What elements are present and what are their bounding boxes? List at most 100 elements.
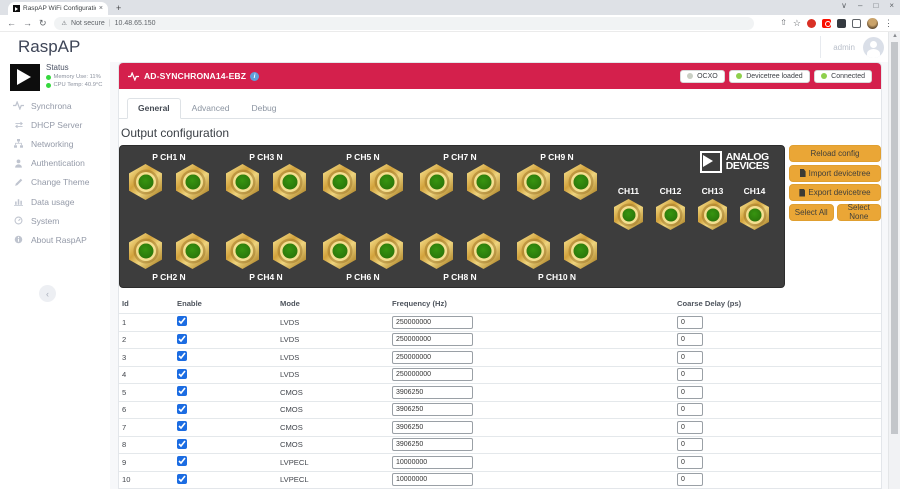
- coarse-delay-input[interactable]: [677, 386, 703, 399]
- channel-label: P CH7 N: [443, 152, 476, 163]
- sidebar-item-dhcp-server[interactable]: DHCP Server: [0, 115, 110, 134]
- sidebar-item-authentication[interactable]: Authentication: [0, 154, 110, 173]
- chart-icon: [13, 197, 24, 206]
- extension-adobe-icon[interactable]: [822, 19, 831, 28]
- sma-connector-icon: [370, 233, 403, 269]
- frequency-input[interactable]: [392, 351, 473, 364]
- user-menu[interactable]: admin: [820, 36, 884, 58]
- sidebar-item-change-theme[interactable]: Change Theme: [0, 173, 110, 192]
- channel-single-ch11: CH11: [614, 186, 643, 230]
- frequency-input[interactable]: [392, 473, 473, 486]
- share-icon[interactable]: ⇧: [780, 18, 787, 28]
- tab-advanced[interactable]: Advanced: [181, 98, 241, 119]
- extension-red-icon[interactable]: [807, 19, 816, 28]
- coarse-delay-input[interactable]: [677, 368, 703, 381]
- reload-icon[interactable]: ↻: [39, 18, 47, 28]
- status-line: Memory Use: 11%: [46, 74, 102, 80]
- enable-checkbox[interactable]: [177, 456, 187, 466]
- mode-label: CMOS: [280, 423, 392, 432]
- window-close-button[interactable]: ×: [889, 1, 894, 10]
- frequency-input[interactable]: [392, 403, 473, 416]
- enable-checkbox[interactable]: [177, 439, 187, 449]
- table-row: 1LVDS: [119, 313, 881, 331]
- coarse-delay-input[interactable]: [677, 351, 703, 364]
- sidebar-item-networking[interactable]: Networking: [0, 134, 110, 153]
- coarse-delay-input[interactable]: [677, 438, 703, 451]
- select-all-button[interactable]: Select All: [789, 204, 834, 221]
- badge-dot-icon: [736, 73, 743, 80]
- sma-connector-icon: [323, 164, 356, 200]
- sidebar-collapse-button[interactable]: ‹: [39, 285, 56, 302]
- enable-checkbox[interactable]: [177, 404, 187, 414]
- analog-devices-mark-icon: [700, 151, 722, 173]
- channel-label: P CH8 N: [443, 272, 476, 283]
- output-table-header: IdEnableModeFrequency (Hz)Coarse Delay (…: [119, 294, 881, 313]
- enable-checkbox[interactable]: [177, 421, 187, 431]
- sma-connector-icon: [517, 233, 550, 269]
- extension-dark-icon[interactable]: [837, 19, 846, 28]
- frequency-input[interactable]: [392, 386, 473, 399]
- page-scrollbar[interactable]: ▲: [888, 32, 900, 489]
- adi-logo-line2: DEVICES: [726, 162, 769, 172]
- sma-connector-icon: [517, 164, 550, 200]
- status-title: Status: [46, 63, 102, 72]
- side-panel-icon[interactable]: [852, 19, 861, 28]
- browser-tab[interactable]: RaspAP WiFi Configuration Porta ×: [8, 2, 108, 15]
- sidebar-item-about-raspap[interactable]: About RaspAP: [0, 230, 110, 249]
- sma-connector-icon: [467, 164, 500, 200]
- analog-devices-favicon-icon: [13, 5, 20, 12]
- enable-checkbox[interactable]: [177, 386, 187, 396]
- export-devicetree-button[interactable]: Export devicetree: [789, 184, 881, 201]
- frequency-input[interactable]: [392, 316, 473, 329]
- frequency-input[interactable]: [392, 456, 473, 469]
- badge-ocxo: OCXO: [680, 70, 725, 83]
- sidebar-item-system[interactable]: System: [0, 211, 110, 230]
- channel-label: P CH4 N: [249, 272, 282, 283]
- new-tab-button[interactable]: +: [116, 4, 121, 13]
- coarse-delay-input[interactable]: [677, 473, 703, 486]
- tab-general[interactable]: General: [127, 98, 181, 119]
- select-none-button[interactable]: Select None: [837, 204, 882, 221]
- frequency-input[interactable]: [392, 333, 473, 346]
- frequency-input[interactable]: [392, 421, 473, 434]
- enable-checkbox[interactable]: [177, 474, 187, 484]
- coarse-delay-input[interactable]: [677, 421, 703, 434]
- bookmark-star-icon[interactable]: ☆: [793, 18, 801, 28]
- enable-checkbox[interactable]: [177, 351, 187, 361]
- device-info-icon[interactable]: i: [250, 72, 259, 81]
- scrollbar-thumb[interactable]: [891, 42, 898, 434]
- back-icon[interactable]: ←: [7, 18, 16, 28]
- not-secure-warning-icon[interactable]: ⚠: [62, 20, 67, 27]
- table-row: 3LVDS: [119, 348, 881, 366]
- tab-bar: GeneralAdvancedDebug: [119, 98, 881, 119]
- gauge-icon: [13, 216, 24, 225]
- coarse-delay-input[interactable]: [677, 316, 703, 329]
- enable-checkbox[interactable]: [177, 369, 187, 379]
- sidebar-item-data-usage[interactable]: Data usage: [0, 192, 110, 211]
- enable-checkbox[interactable]: [177, 334, 187, 344]
- frequency-input[interactable]: [392, 438, 473, 451]
- user-avatar[interactable]: [863, 37, 884, 58]
- forward-icon[interactable]: →: [23, 18, 32, 28]
- coarse-delay-input[interactable]: [677, 403, 703, 416]
- tab-close-icon[interactable]: ×: [99, 5, 103, 12]
- scrollbar-up-icon[interactable]: ▲: [892, 33, 898, 39]
- address-bar[interactable]: ⚠ Not secure | 10.48.65.150: [54, 17, 754, 30]
- output-table-body: 1LVDS2LVDS3LVDS4LVDS5CMOS6CMOS7CMOS8CMOS…: [119, 313, 881, 489]
- coarse-delay-input[interactable]: [677, 456, 703, 469]
- sidebar-item-synchrona[interactable]: Synchrona: [0, 96, 110, 115]
- frequency-input[interactable]: [392, 368, 473, 381]
- window-minimize-button[interactable]: –: [858, 1, 862, 10]
- paintbrush-icon: [13, 178, 24, 187]
- window-maximize-button[interactable]: □: [873, 1, 878, 10]
- browser-profile-avatar[interactable]: [867, 18, 878, 29]
- device-title: AD-SYNCHRONA14-EBZ: [144, 71, 246, 81]
- import-devicetree-button[interactable]: Import devicetree: [789, 165, 881, 182]
- browser-menu-kebab-icon[interactable]: ⋮: [884, 18, 893, 28]
- reload-config-button[interactable]: Reload config: [789, 145, 881, 162]
- coarse-delay-input[interactable]: [677, 333, 703, 346]
- tab-debug[interactable]: Debug: [240, 98, 287, 119]
- tab-search-chevron-icon[interactable]: ∨: [841, 1, 847, 10]
- browser-tabstrip: RaspAP WiFi Configuration Porta × + ∨ – …: [0, 0, 900, 15]
- enable-checkbox[interactable]: [177, 316, 187, 326]
